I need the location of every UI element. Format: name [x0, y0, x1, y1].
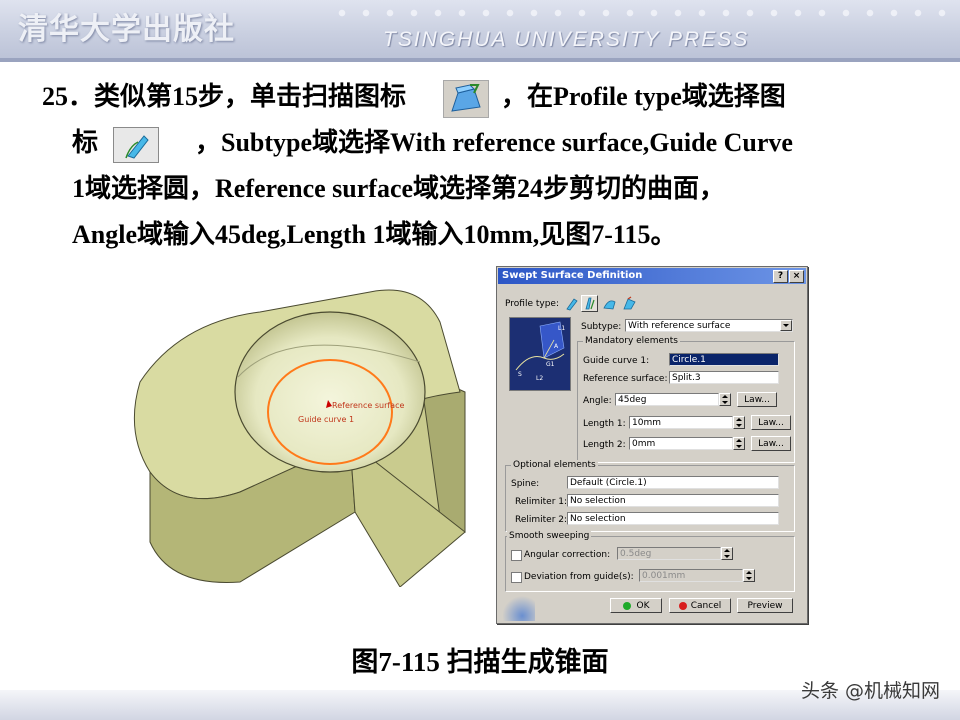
length2-spinner[interactable]	[733, 437, 745, 450]
swept-surface-dialog: Swept Surface Definition ? × Profile typ…	[496, 266, 808, 624]
explicit-profile-icon	[566, 298, 578, 311]
spine-label: Spine:	[511, 479, 540, 489]
instruction-text: Angle域输入45deg,Length 1域输入10mm,见图7-115。	[72, 220, 677, 249]
subtype-value: With reference surface	[628, 321, 731, 331]
cad-model-drawing: Reference surface Guide curve 1	[133, 289, 466, 588]
line-profile-icon	[585, 297, 595, 310]
preview-l1: L1	[558, 325, 565, 332]
preview-g1: G1	[546, 361, 555, 368]
instruction-line-3: 1域选择圆，Reference surface域选择第24步剪切的曲面，	[72, 166, 725, 212]
instruction-line-4: Angle域输入45deg,Length 1域输入10mm,见图7-115。	[72, 212, 677, 258]
header-banner: 清华大学出版社 TSINGHUA UNIVERSITY PRESS	[0, 0, 960, 62]
relimiter1-label: Relimiter 1:	[515, 497, 568, 507]
cancel-button[interactable]: Cancel	[669, 598, 731, 613]
circle-profile-icon	[603, 300, 616, 310]
preview-button[interactable]: Preview	[737, 598, 793, 613]
spine-field[interactable]: Default (Circle.1)	[567, 476, 779, 489]
deviation-label: Deviation from guide(s):	[524, 572, 634, 582]
reference-surface-field[interactable]: Split.3	[669, 371, 779, 384]
publisher-press-text: TSINGHUA UNIVERSITY PRESS	[383, 28, 750, 51]
instruction-line-1: 25．类似第15步，单击扫描图标 ，在Profile type域选择图	[42, 74, 786, 120]
sweep-icon	[442, 80, 489, 119]
help-button[interactable]: ?	[773, 270, 788, 283]
instruction-text: 25．类似第15步，单击扫描图标	[42, 82, 407, 111]
instruction-text: ，Subtype域选择With reference surface,Guide …	[195, 128, 793, 157]
reference-surface-label: Reference surface	[332, 401, 404, 410]
header-divider	[0, 58, 960, 62]
conic-profile-icon	[623, 296, 636, 310]
smooth-sweeping-title: Smooth sweeping	[507, 531, 592, 541]
reference-surface-label: Reference surface:	[583, 374, 668, 384]
smooth-sweeping-group	[505, 536, 795, 592]
watermark-text: 头条 @机械知网	[800, 680, 940, 702]
length1-spinner[interactable]	[733, 416, 745, 429]
dialog-title-bar[interactable]: Swept Surface Definition ? ×	[498, 268, 806, 284]
angle-law-button[interactable]: Law...	[737, 392, 777, 407]
angular-correction-field[interactable]: 0.5deg	[617, 547, 721, 560]
profile-type-conic-button[interactable]	[621, 295, 638, 312]
profile-type-explicit-button[interactable]	[563, 295, 580, 312]
instruction-text: 1域选择圆，Reference surface域选择第24步剪切的曲面，	[72, 174, 726, 203]
angular-correction-checkbox[interactable]	[511, 550, 522, 561]
deviation-checkbox[interactable]	[511, 572, 522, 583]
relimiter2-label: Relimiter 2:	[515, 515, 568, 525]
instruction-line-2: 标 ，Subtype域选择With reference surface,Guid…	[72, 120, 793, 166]
length2-label: Length 2:	[583, 440, 626, 450]
mandatory-elements-title: Mandatory elements	[583, 336, 680, 346]
profile-type-label: Profile type:	[505, 299, 559, 309]
guide-curve-label: Guide curve 1:	[583, 356, 650, 366]
subtype-dropdown-arrow[interactable]	[780, 320, 792, 331]
subtype-dropdown[interactable]: With reference surface	[625, 319, 793, 332]
cancel-icon	[678, 601, 687, 610]
profile-type-line-button[interactable]	[581, 295, 598, 312]
angle-label: Angle:	[583, 396, 612, 406]
length2-field[interactable]: 0mm	[629, 437, 733, 450]
guide-curve-field[interactable]: Circle.1	[669, 353, 779, 366]
decorative-dots	[330, 6, 950, 20]
close-button[interactable]: ×	[789, 270, 804, 283]
chevron-down-icon	[783, 324, 789, 327]
angular-correction-label: Angular correction:	[524, 550, 611, 560]
explicit-profile-icon	[112, 127, 159, 164]
length1-label: Length 1:	[583, 419, 626, 429]
length1-field[interactable]: 10mm	[629, 416, 733, 429]
guide-curve-label: Guide curve 1	[298, 415, 354, 424]
instruction-text: 标	[72, 128, 99, 157]
ok-icon	[622, 601, 631, 610]
deviation-spinner[interactable]	[743, 569, 755, 582]
preview-l2: L2	[536, 375, 543, 382]
subtype-preview-image: L1 A G1 S L2	[509, 317, 571, 391]
preview-s: S	[518, 371, 522, 378]
catia-logo-corner	[503, 595, 535, 621]
dialog-title: Swept Surface Definition	[502, 270, 643, 281]
angle-spinner[interactable]	[719, 393, 731, 406]
angular-correction-spinner[interactable]	[721, 547, 733, 560]
cad-model-view: Reference surface Guide curve 1	[120, 282, 480, 588]
ok-button-label: OK	[636, 601, 650, 611]
cancel-button-label: Cancel	[690, 601, 722, 611]
relimiter1-field[interactable]: No selection	[567, 494, 779, 507]
relimiter2-field[interactable]: No selection	[567, 512, 779, 525]
instruction-text: ，在Profile type域选择图	[501, 82, 786, 111]
ok-button[interactable]: OK	[610, 598, 662, 613]
deviation-field[interactable]: 0.001mm	[639, 569, 743, 582]
optional-elements-title: Optional elements	[511, 460, 598, 470]
length1-law-button[interactable]: Law...	[751, 415, 791, 430]
profile-type-circle-button[interactable]	[601, 295, 618, 312]
angle-field[interactable]: 45deg	[615, 393, 719, 406]
figure-caption: 图7-115 扫描生成锥面	[351, 647, 609, 677]
subtype-label: Subtype:	[581, 322, 622, 332]
length2-law-button[interactable]: Law...	[751, 436, 791, 451]
publisher-logo-text: 清华大学出版社	[18, 12, 235, 47]
